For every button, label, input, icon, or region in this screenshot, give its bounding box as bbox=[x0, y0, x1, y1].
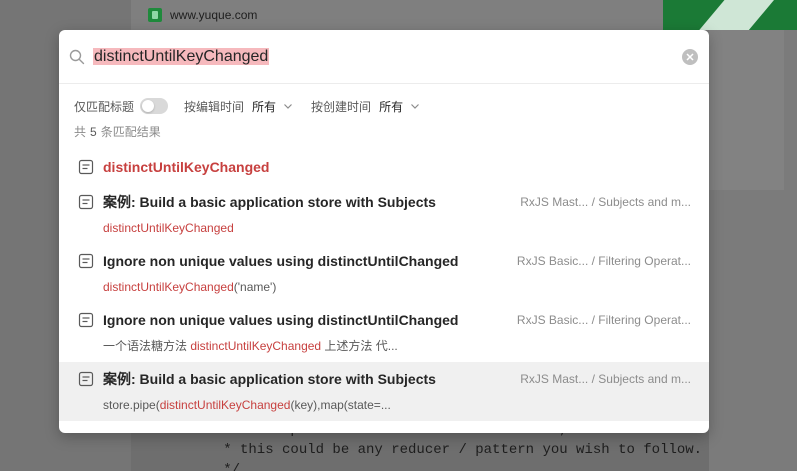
snippet-text: 上述方法 代... bbox=[321, 339, 398, 353]
result-book: RxJS Basic... bbox=[516, 254, 589, 268]
code-line: */ bbox=[198, 462, 241, 471]
result-snippet: store.pipe(distinctUntilKeyChanged(key),… bbox=[103, 388, 691, 413]
create-time-label: 按创建时间 bbox=[311, 99, 372, 114]
snippet-match: distinctUntilKeyChanged bbox=[103, 221, 234, 235]
result-book: RxJS Basic... bbox=[516, 313, 589, 327]
result-item[interactable]: Ignore non unique values using distinctU… bbox=[59, 244, 709, 303]
clear-search-button[interactable] bbox=[682, 49, 698, 65]
result-book: RxJS Mast... bbox=[520, 195, 589, 209]
title-only-toggle[interactable] bbox=[140, 98, 169, 114]
snippet-text: store.pipe( bbox=[103, 398, 160, 412]
chevron-down-icon[interactable] bbox=[410, 101, 420, 111]
chevron-down-icon[interactable] bbox=[283, 101, 293, 111]
result-count-suffix: 条匹配结果 bbox=[100, 125, 161, 139]
result-title: distinctUntilKeyChanged bbox=[103, 159, 270, 175]
background-banner bbox=[663, 0, 797, 30]
search-query-highlight: distinctUntilKeyChanged bbox=[93, 48, 270, 65]
snippet-text: 一个语法糖方法 bbox=[103, 339, 191, 353]
yuque-favicon-icon bbox=[148, 8, 162, 22]
document-icon bbox=[78, 253, 94, 269]
result-chapter: / Subjects and m... bbox=[591, 372, 691, 386]
result-snippet: distinctUntilKeyChanged('name') bbox=[103, 270, 691, 295]
result-chapter: / Filtering Operat... bbox=[591, 254, 691, 268]
code-line: * this could be any reducer / pattern yo… bbox=[198, 442, 703, 458]
result-chapter: / Subjects and m... bbox=[591, 195, 691, 209]
result-path: RxJS Mast... / Subjects and m... bbox=[520, 193, 691, 211]
close-icon bbox=[686, 53, 694, 61]
search-input[interactable]: distinctUntilKeyChanged bbox=[93, 46, 270, 68]
result-list: distinctUntilKeyChanged 案例: Build a basi… bbox=[59, 151, 709, 421]
background-tab: www.yuque.com bbox=[131, 0, 663, 30]
result-item[interactable]: 案例: Build a basic application store with… bbox=[59, 185, 709, 244]
background-card bbox=[709, 30, 784, 190]
snippet-match: distinctUntilKeyChanged bbox=[190, 339, 322, 353]
background-url: www.yuque.com bbox=[170, 8, 258, 22]
edit-time-label: 按编辑时间 bbox=[184, 99, 245, 114]
result-book: RxJS Mast... bbox=[520, 372, 589, 386]
result-path: RxJS Mast... / Subjects and m... bbox=[520, 370, 691, 388]
result-snippet: distinctUntilKeyChanged bbox=[103, 211, 691, 236]
result-snippet: 一个语法糖方法 distinctUntilKeyChanged 上述方法 代..… bbox=[103, 329, 691, 354]
document-icon bbox=[78, 312, 94, 328]
search-icon bbox=[69, 49, 85, 65]
result-count: 共 5 条匹配结果 bbox=[74, 123, 161, 140]
result-path: RxJS Basic... / Filtering Operat... bbox=[517, 252, 691, 270]
document-icon bbox=[78, 371, 94, 387]
snippet-text: ('name') bbox=[233, 280, 277, 294]
result-item[interactable]: distinctUntilKeyChanged bbox=[59, 151, 709, 185]
result-count-prefix: 共 bbox=[74, 125, 87, 139]
snippet-match: distinctUntilKeyChanged bbox=[159, 398, 291, 412]
title-only-label: 仅匹配标题 bbox=[74, 99, 135, 114]
result-path: RxJS Basic... / Filtering Operat... bbox=[517, 311, 691, 329]
search-bar: distinctUntilKeyChanged bbox=[59, 30, 709, 84]
snippet-text: (key),map(state=... bbox=[290, 398, 391, 412]
result-chapter: / Filtering Operat... bbox=[591, 313, 691, 327]
snippet-match: distinctUntilKeyChanged bbox=[103, 280, 234, 294]
search-modal: distinctUntilKeyChanged 仅匹配标题 按编辑时间 所有 按… bbox=[59, 30, 709, 433]
result-item-selected[interactable]: 案例: Build a basic application store with… bbox=[59, 362, 709, 421]
filter-bar: 仅匹配标题 按编辑时间 所有 按创建时间 所有 bbox=[74, 96, 438, 116]
document-icon bbox=[78, 194, 94, 210]
create-time-select[interactable]: 所有 bbox=[379, 98, 403, 115]
document-icon bbox=[78, 159, 94, 175]
edit-time-select[interactable]: 所有 bbox=[252, 98, 276, 115]
result-count-number: 5 bbox=[90, 125, 97, 139]
result-item[interactable]: Ignore non unique values using distinctU… bbox=[59, 303, 709, 362]
